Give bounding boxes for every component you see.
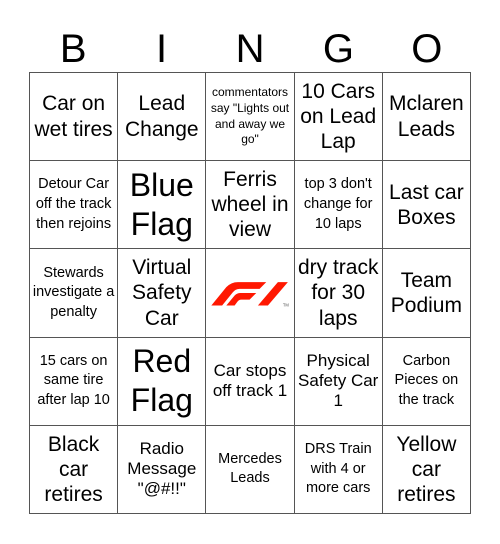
bingo-cell[interactable]: Last car Boxes [382,161,471,250]
bingo-cell[interactable]: Virtual Safety Car [118,249,207,338]
bingo-cell[interactable]: Mclaren Leads [382,73,471,162]
bingo-cell[interactable]: Mercedes Leads [206,425,295,514]
header-letter-n: N [235,27,265,71]
bingo-cell-text: top 3 don't change for 10 laps [303,176,373,232]
bingo-cell[interactable]: Stewards investigate a penalty [30,249,119,338]
bingo-cell[interactable]: Car stops off track 1 [206,337,295,426]
bingo-cell-text: Last car Boxes [389,180,464,229]
bingo-cell[interactable]: Detour Car off the track then rejoins [30,161,119,250]
bingo-cell-text: commentators say "Lights out and away we… [210,85,290,147]
bingo-cell-text: dry track for 30 laps [297,256,379,330]
bingo-cell[interactable]: dry track for 30 laps [294,249,383,338]
bingo-cell[interactable]: top 3 don't change for 10 laps [294,161,383,250]
bingo-cell[interactable]: Yellow car retires [382,425,471,514]
bingo-cell-text: Stewards investigate a penalty [32,264,115,320]
bingo-cell[interactable]: Blue Flag [118,161,207,250]
bingo-cell-text: Black car retires [44,432,103,506]
bingo-cell[interactable]: Ferris wheel in view [206,161,295,250]
bingo-cell-text: 15 cars on same tire after lap 10 [37,352,110,408]
f1-logo-icon: TM [211,282,290,307]
bingo-cell-text: Physical Safety Car 1 [298,351,379,411]
bingo-cell[interactable]: Team Podium [382,249,471,338]
bingo-cell[interactable]: Physical Safety Car 1 [294,337,383,426]
bingo-cell-text: Mercedes Leads [218,450,282,487]
header-letter-i: I [156,27,168,71]
bingo-cell[interactable]: commentators say "Lights out and away we… [206,73,295,162]
bingo-cell[interactable]: Car on wet tires [30,73,119,162]
bingo-header: B I N G O [29,26,471,72]
bingo-cell-text: Yellow car retires [396,432,457,506]
bingo-cell-text: 10 Cars on Lead Lap [300,79,377,154]
bingo-cell-text: Red Flag [130,343,193,419]
bingo-cell[interactable]: 15 cars on same tire after lap 10 [30,337,119,426]
bingo-cell[interactable]: Lead Change [118,73,207,162]
bingo-cell-text: Carbon Pieces on the track [394,352,459,408]
header-letter-o: O [411,27,443,71]
bingo-cell[interactable]: 10 Cars on Lead Lap [294,73,383,162]
bingo-cell-text: DRS Train with 4 or more cars [304,441,372,497]
bingo-cell-text: Detour Car off the track then rejoins [35,176,112,232]
bingo-cell[interactable]: Carbon Pieces on the track [382,337,471,426]
bingo-cell[interactable]: DRS Train with 4 or more cars [294,425,383,514]
header-letter-b: B [59,27,87,71]
bingo-cell-text: Lead Change [125,92,199,141]
bingo-cell-text: Team Podium [390,268,462,317]
bingo-cell-text: Ferris wheel in view [211,168,289,242]
svg-text:TM: TM [283,302,290,307]
header-letter-g: G [322,27,354,71]
bingo-cell-text: Virtual Safety Car [132,256,192,330]
bingo-grid: Car on wet tires Lead Change commentators … [29,72,471,514]
bingo-cell-text: Blue Flag [129,166,194,242]
bingo-cell-text: Car on wet tires [34,92,113,141]
bingo-cell-text: Mclaren Leads [389,92,464,141]
bingo-cell-text: Radio Message "@#!!" [127,439,197,499]
bingo-cell-text: Car stops off track 1 [212,361,288,401]
bingo-cell[interactable]: Red Flag [118,337,207,426]
free-space-cell[interactable]: TM [206,249,295,338]
bingo-cell[interactable]: Black car retires [30,425,119,514]
bingo-cell[interactable]: Radio Message "@#!!" [118,425,207,514]
